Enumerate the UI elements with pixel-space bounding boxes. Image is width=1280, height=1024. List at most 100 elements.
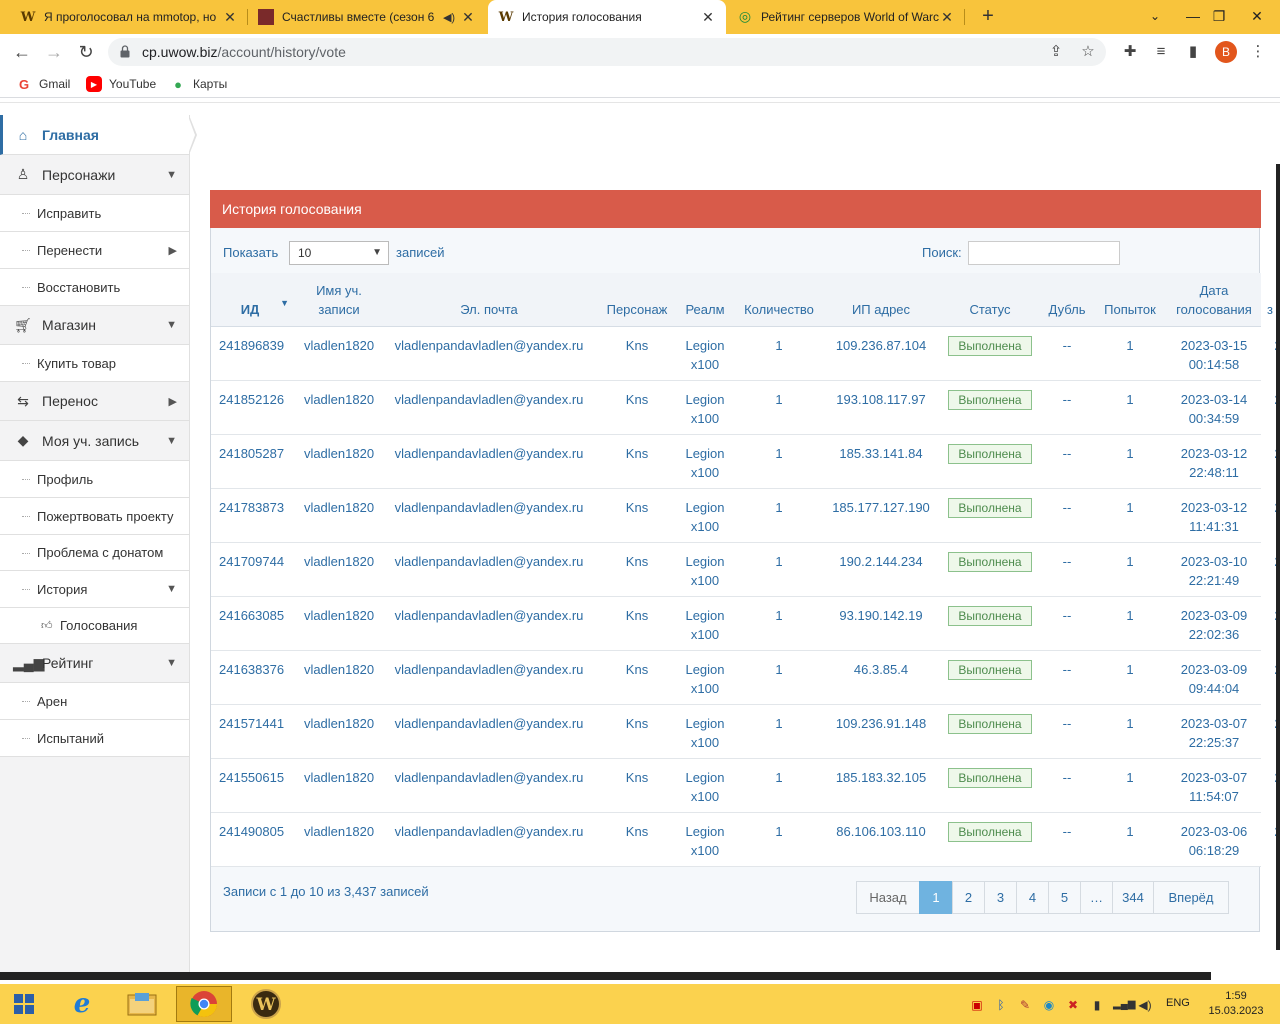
col-quantity[interactable]: Количество	[739, 273, 819, 327]
extensions-puzzle-icon[interactable]: ✚	[1118, 40, 1142, 64]
bluetooth-icon[interactable]: ᛒ	[993, 997, 1009, 1013]
wow-app[interactable]: W	[238, 986, 294, 1022]
cell-character[interactable]: Kns	[601, 768, 673, 787]
col-status[interactable]: Статус	[945, 273, 1035, 327]
cell-email[interactable]: vladlenpandavladlen@yandex.ru	[389, 660, 589, 679]
cell-realm[interactable]: Legion x100	[677, 498, 733, 536]
cell-email[interactable]: vladlenpandavladlen@yandex.ru	[389, 444, 589, 463]
speaker-icon[interactable]: ◀)	[1137, 997, 1153, 1013]
new-tab-button[interactable]: +	[976, 5, 1000, 29]
close-tab-icon[interactable]: ✕	[939, 9, 955, 26]
close-tab-icon[interactable]: ✕	[222, 9, 238, 26]
col-character[interactable]: Персонаж	[601, 273, 673, 327]
browser-tab[interactable]: ◎ Рейтинг серверов World of Warc ✕	[727, 0, 965, 34]
cell-id[interactable]: 241571441	[219, 714, 289, 733]
cell-account[interactable]: vladlen1820	[295, 336, 383, 355]
reload-icon[interactable]: ↻	[74, 40, 98, 64]
pager-page-button[interactable]: 344	[1112, 881, 1154, 914]
speaker-icon[interactable]: ◀)	[438, 11, 460, 24]
cell-email[interactable]: vladlenpandavladlen@yandex.ru	[389, 714, 589, 733]
sidebar-item-account[interactable]: ◆ Моя уч. запись ▼	[0, 421, 189, 461]
col-extra[interactable]: з	[1265, 273, 1275, 327]
cell-realm[interactable]: Legion x100	[677, 336, 733, 374]
cell-email[interactable]: vladlenpandavladlen@yandex.ru	[389, 498, 589, 517]
cell-account[interactable]: vladlen1820	[295, 498, 383, 517]
url-omnibox[interactable]: cp.uwow.biz/account/history/vote ⇪ ☆	[108, 38, 1106, 66]
media-queue-icon[interactable]: ≡	[1149, 40, 1173, 64]
pager-page-button[interactable]: 3	[984, 881, 1017, 914]
cell-account[interactable]: vladlen1820	[295, 714, 383, 733]
cell-email[interactable]: vladlenpandavladlen@yandex.ru	[389, 768, 589, 787]
close-tab-icon[interactable]: ✕	[700, 9, 716, 26]
bookmark-maps[interactable]: ● Карты	[170, 76, 227, 92]
cell-id[interactable]: 241709744	[219, 552, 289, 571]
cell-email[interactable]: vladlenpandavladlen@yandex.ru	[389, 606, 589, 625]
cell-realm[interactable]: Legion x100	[677, 768, 733, 806]
battery-icon[interactable]: ▮	[1089, 997, 1105, 1013]
sidebar-sub-history[interactable]: История ▼	[0, 571, 189, 608]
tray-warning-icon[interactable]: ✖	[1065, 997, 1081, 1013]
pager-page-button[interactable]: 4	[1016, 881, 1049, 914]
cell-id[interactable]: 241663085	[219, 606, 289, 625]
cell-character[interactable]: Kns	[601, 606, 673, 625]
cell-realm[interactable]: Legion x100	[677, 444, 733, 482]
cell-id[interactable]: 241852126	[219, 390, 289, 409]
horizontal-scrollbar[interactable]	[0, 972, 1211, 980]
cell-character[interactable]: Kns	[601, 660, 673, 679]
pager-page-button[interactable]: 2	[952, 881, 985, 914]
pager-next-button[interactable]: Вперёд	[1153, 881, 1229, 914]
cell-id[interactable]: 241638376	[219, 660, 289, 679]
pager-prev-button[interactable]: Назад	[856, 881, 920, 914]
cell-realm[interactable]: Legion x100	[677, 390, 733, 428]
browser-tab[interactable]: Счастливы вместе (сезон 6 ◀) ✕	[248, 0, 486, 34]
windows-start-icon[interactable]	[6, 990, 42, 1018]
sidebar-sub-profile[interactable]: Профиль	[0, 461, 189, 498]
bookmark-youtube[interactable]: ▶ YouTube	[86, 76, 156, 92]
cell-email[interactable]: vladlenpandavladlen@yandex.ru	[389, 822, 589, 841]
sidebar-sub-donate[interactable]: Пожертвовать проекту	[0, 498, 189, 535]
search-input[interactable]	[968, 241, 1120, 265]
cell-realm[interactable]: Legion x100	[677, 660, 733, 698]
profile-avatar[interactable]: B	[1215, 41, 1237, 63]
kebab-menu-icon[interactable]: ⋮	[1246, 40, 1270, 64]
vertical-scrollbar[interactable]	[1276, 164, 1280, 950]
cell-account[interactable]: vladlen1820	[295, 768, 383, 787]
col-account[interactable]: Имя уч. записи	[295, 273, 383, 327]
cell-id[interactable]: 241805287	[219, 444, 289, 463]
col-realm[interactable]: Реалм	[677, 273, 733, 327]
cell-account[interactable]: vladlen1820	[295, 822, 383, 841]
cell-realm[interactable]: Legion x100	[677, 714, 733, 752]
col-date[interactable]: Дата голосования	[1169, 273, 1259, 327]
tray-tool-icon[interactable]: ✎	[1017, 997, 1033, 1013]
cell-realm[interactable]: Legion x100	[677, 552, 733, 590]
sidebar-sub-buy[interactable]: Купить товар	[0, 345, 189, 382]
cell-character[interactable]: Kns	[601, 714, 673, 733]
page-size-select[interactable]: 10 ▼	[289, 241, 389, 265]
cell-account[interactable]: vladlen1820	[295, 606, 383, 625]
cell-id[interactable]: 241490805	[219, 822, 289, 841]
cell-account[interactable]: vladlen1820	[295, 660, 383, 679]
cell-character[interactable]: Kns	[601, 444, 673, 463]
cell-character[interactable]: Kns	[601, 498, 673, 517]
col-id[interactable]: ИД ▼	[211, 273, 289, 327]
cell-account[interactable]: vladlen1820	[295, 390, 383, 409]
sidebar-item-transfer[interactable]: ⇆ Перенос ▶	[0, 382, 189, 421]
cell-realm[interactable]: Legion x100	[677, 606, 733, 644]
sidebar-sub-arena[interactable]: Арен	[0, 683, 189, 720]
chrome-app[interactable]	[176, 986, 232, 1022]
close-window-button[interactable]: ✕	[1234, 0, 1280, 34]
sidebar-sub-move[interactable]: Перенести ▶	[0, 232, 189, 269]
cell-email[interactable]: vladlenpandavladlen@yandex.ru	[389, 390, 589, 409]
back-arrow-icon[interactable]: ←	[10, 40, 34, 64]
cell-email[interactable]: vladlenpandavladlen@yandex.ru	[389, 336, 589, 355]
close-tab-icon[interactable]: ✕	[460, 9, 476, 26]
sidebar-sub-challenges[interactable]: Испытаний	[0, 720, 189, 757]
sidebar-item-characters[interactable]: ♙ Персонажи ▼	[0, 155, 189, 195]
cell-account[interactable]: vladlen1820	[295, 444, 383, 463]
cell-character[interactable]: Kns	[601, 822, 673, 841]
cell-realm[interactable]: Legion x100	[677, 822, 733, 860]
sidebar-item-shop[interactable]: 🛒︎ Магазин ▼	[0, 306, 189, 345]
pdf-tray-icon[interactable]: ▣	[969, 997, 985, 1013]
cell-character[interactable]: Kns	[601, 336, 673, 355]
sidebar-sub-restore[interactable]: Восстановить	[0, 269, 189, 306]
